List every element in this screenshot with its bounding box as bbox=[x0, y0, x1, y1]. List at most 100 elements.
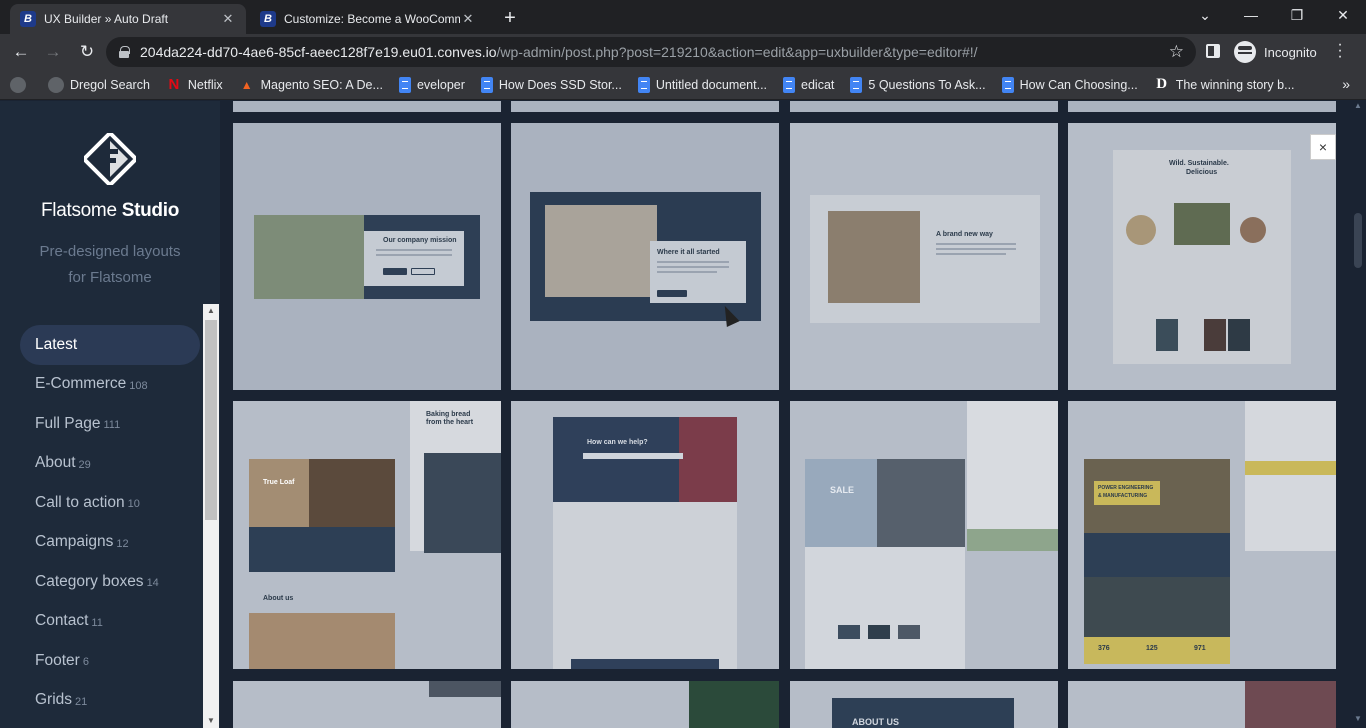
scroll-down-icon[interactable]: ▼ bbox=[203, 714, 219, 728]
layout-card[interactable] bbox=[511, 681, 779, 728]
doc-icon bbox=[398, 76, 411, 93]
bookmark-item[interactable]: D The winning story b... bbox=[1154, 76, 1294, 93]
scrollbar-thumb[interactable] bbox=[1354, 213, 1362, 268]
layout-card[interactable]: ABOUT US bbox=[790, 681, 1058, 728]
layout-card[interactable] bbox=[511, 101, 779, 112]
preview-heading: Baking bread bbox=[426, 411, 471, 418]
studio-tagline: Pre-designed layouts for Flatsome bbox=[39, 243, 181, 286]
preview-button bbox=[657, 290, 687, 297]
preview-heading: True Loaf bbox=[263, 479, 295, 486]
sidebar-scrollbar[interactable]: ▲ ▼ bbox=[203, 304, 219, 728]
preview-heading: from the heart bbox=[426, 419, 474, 426]
food-photo bbox=[1204, 319, 1226, 351]
palm-photo bbox=[254, 215, 364, 299]
studio-sidebar: Flatsome Studio Pre-designed layouts for… bbox=[0, 101, 220, 728]
bookmark-star-icon[interactable]: ☆ bbox=[1169, 42, 1184, 62]
stat-value: 125 bbox=[1146, 645, 1158, 652]
category-category-boxes[interactable]: Category boxes 14 bbox=[20, 562, 200, 602]
reload-button[interactable]: ↻ bbox=[74, 39, 100, 65]
bookmark-item[interactable]: 5 Questions To Ask... bbox=[850, 76, 986, 93]
category-about[interactable]: About 29 bbox=[20, 444, 200, 484]
scrollbar-thumb[interactable] bbox=[205, 320, 217, 520]
tab-customize[interactable]: B Customize: Become a WooComm ✕ bbox=[250, 4, 486, 34]
bookmark-item[interactable]: eveloper bbox=[398, 76, 465, 93]
layout-card[interactable]: How can we help? bbox=[511, 401, 779, 669]
layout-card[interactable]: POWER ENGINEERING & MANUFACTURING 376 12… bbox=[1068, 401, 1336, 669]
layout-card[interactable]: Where it all started bbox=[511, 123, 779, 390]
person-photo bbox=[679, 417, 737, 502]
features-band bbox=[249, 527, 395, 572]
layout-card[interactable] bbox=[1068, 681, 1336, 728]
tab-ux-builder[interactable]: B UX Builder » Auto Draft ✕ bbox=[10, 4, 246, 34]
browser-toolbar: ← → ↻ 204da224-dd70-4ae6-85cf-aeec128f7e… bbox=[0, 34, 1366, 70]
bookmark-item[interactable]: N Netflix bbox=[166, 76, 222, 93]
tab-close-icon[interactable]: ✕ bbox=[220, 11, 236, 27]
category-call-to-action[interactable]: Call to action 10 bbox=[20, 483, 200, 523]
restore-button[interactable]: ❐ bbox=[1274, 0, 1320, 30]
preview-text-line bbox=[376, 254, 452, 256]
tab-title: Customize: Become a WooComm bbox=[284, 12, 460, 26]
layout-card[interactable]: Wild. Sustainable. Delicious bbox=[1068, 123, 1336, 390]
forward-button[interactable]: → bbox=[40, 39, 66, 65]
browser-menu-icon[interactable]: · · · bbox=[1330, 37, 1350, 65]
doc-icon bbox=[637, 76, 650, 93]
category-grids[interactable]: Grids 21 bbox=[20, 681, 200, 721]
food-photo bbox=[1174, 203, 1230, 245]
apps-icon bbox=[10, 76, 26, 93]
category-campaigns[interactable]: Campaigns 12 bbox=[20, 523, 200, 563]
chevron-down-icon[interactable]: ⌄ bbox=[1182, 0, 1228, 30]
bookmark-item[interactable]: How Does SSD Stor... bbox=[480, 76, 622, 93]
back-button[interactable]: ← bbox=[8, 39, 34, 65]
incognito-indicator[interactable]: Incognito bbox=[1234, 40, 1317, 64]
bookmark-item[interactable]: How Can Choosing... bbox=[1001, 76, 1138, 93]
preview-heading: POWER ENGINEERING bbox=[1098, 485, 1154, 491]
incognito-label: Incognito bbox=[1264, 44, 1317, 60]
flatsome-favicon-icon: B bbox=[260, 11, 276, 27]
category-ecommerce[interactable]: E-Commerce 108 bbox=[20, 365, 200, 405]
layout-card[interactable]: A brand new way bbox=[790, 123, 1058, 390]
doc-icon bbox=[783, 76, 796, 93]
layout-card[interactable] bbox=[233, 681, 501, 728]
layout-card[interactable] bbox=[1068, 101, 1336, 112]
window-close-button[interactable]: ✕ bbox=[1320, 0, 1366, 30]
side-panel-icon[interactable] bbox=[1206, 44, 1220, 58]
preview-text-line bbox=[936, 248, 1016, 250]
product-photo bbox=[868, 625, 890, 639]
preview-heading: About us bbox=[263, 595, 294, 602]
url-text: 204da224-dd70-4ae6-85cf-aeec128f7e19.eu0… bbox=[140, 44, 978, 60]
netflix-icon: N bbox=[168, 76, 180, 93]
category-latest[interactable]: Latest bbox=[20, 325, 200, 365]
layout-card[interactable]: Baking bread from the heart True Loaf Ab… bbox=[233, 401, 501, 669]
doc-icon bbox=[480, 76, 493, 93]
bookmark-item[interactable]: Dregol Search bbox=[48, 76, 150, 93]
more-bookmarks-icon[interactable]: » bbox=[1342, 76, 1350, 92]
category-contact[interactable]: Contact 11 bbox=[20, 602, 200, 642]
bookmark-apps[interactable] bbox=[10, 76, 32, 93]
layout-preview bbox=[1245, 681, 1336, 728]
close-button[interactable]: × bbox=[1310, 134, 1336, 160]
layout-card[interactable]: SALE bbox=[790, 401, 1058, 669]
preview-heading: Where it all started bbox=[657, 249, 720, 256]
category-full-page[interactable]: Full Page 111 bbox=[20, 404, 200, 444]
bookmark-item[interactable]: Untitled document... bbox=[637, 76, 767, 93]
minimize-button[interactable]: — bbox=[1228, 0, 1274, 30]
layout-card[interactable] bbox=[790, 101, 1058, 112]
preview-heading: & MANUFACTURING bbox=[1098, 493, 1148, 499]
scroll-up-icon[interactable]: ▲ bbox=[203, 304, 219, 318]
address-bar[interactable]: 204da224-dd70-4ae6-85cf-aeec128f7e19.eu0… bbox=[106, 37, 1196, 67]
bookmark-item[interactable]: ▲ Magento SEO: A De... bbox=[239, 77, 383, 93]
layout-card[interactable]: Our company mission bbox=[233, 123, 501, 390]
preview-text-line bbox=[376, 249, 452, 251]
side-preview bbox=[1245, 461, 1336, 475]
tab-title: UX Builder » Auto Draft bbox=[44, 12, 169, 26]
new-tab-button[interactable]: + bbox=[498, 6, 522, 30]
layout-card[interactable] bbox=[233, 101, 501, 112]
preview-text-line bbox=[657, 266, 729, 268]
scroll-down-icon[interactable]: ▼ bbox=[1350, 714, 1366, 728]
flatsome-logo-icon bbox=[84, 133, 136, 185]
scroll-up-icon[interactable]: ▲ bbox=[1350, 101, 1366, 115]
bookmark-item[interactable]: edicat bbox=[783, 76, 834, 93]
tab-close-icon[interactable]: ✕ bbox=[460, 11, 476, 27]
page-scrollbar[interactable]: ▲ ▼ bbox=[1350, 101, 1366, 728]
category-footer[interactable]: Footer 6 bbox=[20, 641, 200, 681]
